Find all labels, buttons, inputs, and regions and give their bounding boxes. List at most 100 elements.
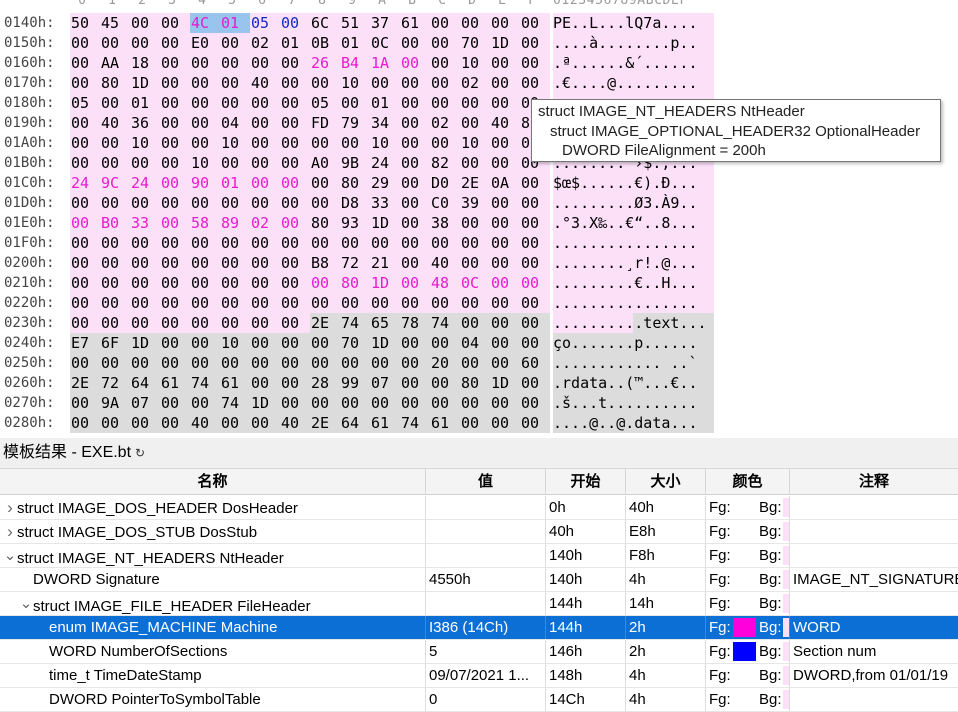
hex-byte[interactable]: 00: [400, 133, 430, 153]
hex-byte[interactable]: 00: [160, 173, 190, 193]
table-row[interactable]: DWORD Signature 4550h 140h 4h Fg: Bg: IMAGE_NT…: [0, 568, 958, 592]
hex-byte[interactable]: 00: [460, 413, 490, 433]
chevron-down-icon[interactable]: ⌄: [19, 592, 33, 615]
hex-byte[interactable]: 00: [160, 293, 190, 313]
cell-color[interactable]: Fg: Bg:: [706, 544, 790, 567]
hex-row[interactable]: 01D0h: 00 00 00 00 00 00 00 00 00 D8 33 00 C0 39 00 00..…: [0, 193, 958, 213]
hex-row-ascii[interactable]: ..........text...: [553, 313, 714, 333]
hex-byte[interactable]: 00: [520, 13, 550, 33]
hex-byte[interactable]: 00: [460, 313, 490, 333]
hex-byte[interactable]: 00: [520, 173, 550, 193]
hex-byte[interactable]: 10: [460, 53, 490, 73]
hex-row-ascii[interactable]: .rdata..(™...€..: [553, 373, 714, 393]
hex-byte[interactable]: 00: [250, 333, 280, 353]
hex-byte[interactable]: 10: [130, 133, 160, 153]
hex-byte[interactable]: 00: [130, 313, 160, 333]
hex-row-ascii[interactable]: .ª......&´......: [553, 53, 714, 73]
hex-row-ascii[interactable]: ................: [553, 293, 714, 313]
table-row[interactable]: ⌄struct IMAGE_NT_HEADERS NtHeader 140h F8h…: [0, 544, 958, 568]
hex-byte[interactable]: 01: [220, 13, 250, 33]
hex-byte[interactable]: 1D: [370, 273, 400, 293]
hex-byte[interactable]: 00: [400, 293, 430, 313]
hex-byte[interactable]: 00: [70, 53, 100, 73]
hex-byte[interactable]: 00: [190, 313, 220, 333]
hex-byte[interactable]: 00: [190, 293, 220, 313]
hex-byte[interactable]: 61: [430, 413, 460, 433]
hex-row[interactable]: 0150h: 00 00 00 00 E0 00 02 01 0B 01 0C 00 00 70 1D 00..…: [0, 33, 958, 53]
hex-byte[interactable]: 00: [400, 193, 430, 213]
hex-byte[interactable]: 00: [130, 353, 160, 373]
hex-byte[interactable]: 24: [370, 153, 400, 173]
hex-byte[interactable]: 00: [400, 113, 430, 133]
hex-byte[interactable]: 00: [160, 253, 190, 273]
hex-byte[interactable]: 72: [100, 373, 130, 393]
hex-byte[interactable]: 00: [490, 273, 520, 293]
hex-byte[interactable]: 00: [70, 153, 100, 173]
hex-row[interactable]: 0160h: 00 AA 18 00 00 00 00 00 26 B4 1A 00 00 10 00 00 .ª…: [0, 53, 958, 73]
hex-byte[interactable]: 00: [70, 113, 100, 133]
hex-byte[interactable]: 00: [310, 193, 340, 213]
hex-row[interactable]: 0220h: 00 00 00 00 00 00 00 00 00 00 00 00 00 00 00 00..…: [0, 293, 958, 313]
hex-byte[interactable]: 9A: [100, 393, 130, 413]
hex-byte[interactable]: 04: [460, 333, 490, 353]
hex-byte[interactable]: 00: [100, 93, 130, 113]
hex-byte[interactable]: 24: [130, 173, 160, 193]
hex-byte[interactable]: 00: [220, 153, 250, 173]
hex-byte[interactable]: 00: [310, 333, 340, 353]
cell-color[interactable]: Fg: Bg:: [706, 616, 790, 639]
hex-byte[interactable]: 10: [340, 73, 370, 93]
hex-byte[interactable]: 00: [460, 233, 490, 253]
hex-byte[interactable]: 00: [220, 193, 250, 213]
table-row[interactable]: ⌄struct IMAGE_FILE_HEADER FileHeader 144h…: [0, 592, 958, 616]
cell-name[interactable]: WORD NumberOfSections: [0, 640, 426, 663]
hex-byte[interactable]: 00: [190, 93, 220, 113]
hex-byte[interactable]: 00: [460, 353, 490, 373]
hex-byte[interactable]: 20: [430, 353, 460, 373]
hex-byte[interactable]: 00: [250, 353, 280, 373]
hex-byte[interactable]: 38: [430, 213, 460, 233]
hex-byte[interactable]: 18: [130, 53, 160, 73]
hex-byte[interactable]: 00: [370, 73, 400, 93]
hex-byte[interactable]: 00: [340, 233, 370, 253]
hex-byte[interactable]: 00: [430, 93, 460, 113]
hex-byte[interactable]: 00: [190, 73, 220, 93]
hex-byte[interactable]: 10: [190, 153, 220, 173]
hex-byte[interactable]: 1D: [490, 373, 520, 393]
hex-byte[interactable]: 00: [490, 93, 520, 113]
hex-byte[interactable]: 00: [310, 73, 340, 93]
hex-byte[interactable]: 00: [250, 53, 280, 73]
hex-byte[interactable]: 00: [340, 353, 370, 373]
hex-byte[interactable]: 00: [250, 173, 280, 193]
hex-byte[interactable]: 80: [310, 213, 340, 233]
hex-byte[interactable]: 00: [100, 233, 130, 253]
hex-byte[interactable]: 0C: [370, 33, 400, 53]
hex-byte[interactable]: D8: [340, 193, 370, 213]
hex-byte[interactable]: 00: [100, 313, 130, 333]
hex-byte[interactable]: 00: [70, 293, 100, 313]
hex-byte[interactable]: D0: [430, 173, 460, 193]
hex-byte[interactable]: E0: [190, 33, 220, 53]
hex-row[interactable]: 0250h: 00 00 00 00 00 00 00 00 00 00 00 00 20 00 00 60..…: [0, 353, 958, 373]
hex-byte[interactable]: 02: [250, 213, 280, 233]
hex-byte[interactable]: 00: [160, 273, 190, 293]
hex-byte[interactable]: 01: [280, 33, 310, 53]
bg-color-swatch[interactable]: [783, 498, 789, 517]
hex-byte[interactable]: 00: [220, 253, 250, 273]
hex-byte[interactable]: 00: [160, 53, 190, 73]
hex-byte[interactable]: 00: [520, 193, 550, 213]
hex-row-ascii[interactable]: ....@..@.data...: [553, 413, 714, 433]
hex-byte[interactable]: 40: [250, 73, 280, 93]
table-row[interactable]: WORD NumberOfSections 5 146h 2h Fg: Bg: Sectio…: [0, 640, 958, 664]
hex-byte[interactable]: 00: [490, 53, 520, 73]
hex-byte[interactable]: 00: [400, 253, 430, 273]
cell-name[interactable]: enum IMAGE_MACHINE Machine: [0, 616, 426, 639]
hex-byte[interactable]: 00: [70, 133, 100, 153]
bg-color-swatch[interactable]: [783, 666, 789, 685]
hex-byte[interactable]: 00: [460, 13, 490, 33]
hex-byte[interactable]: 40: [430, 253, 460, 273]
hex-byte[interactable]: 00: [130, 273, 160, 293]
hex-byte[interactable]: 00: [280, 113, 310, 133]
hex-byte[interactable]: 00: [160, 73, 190, 93]
hex-byte[interactable]: 50: [70, 13, 100, 33]
hex-byte[interactable]: 02: [250, 33, 280, 53]
